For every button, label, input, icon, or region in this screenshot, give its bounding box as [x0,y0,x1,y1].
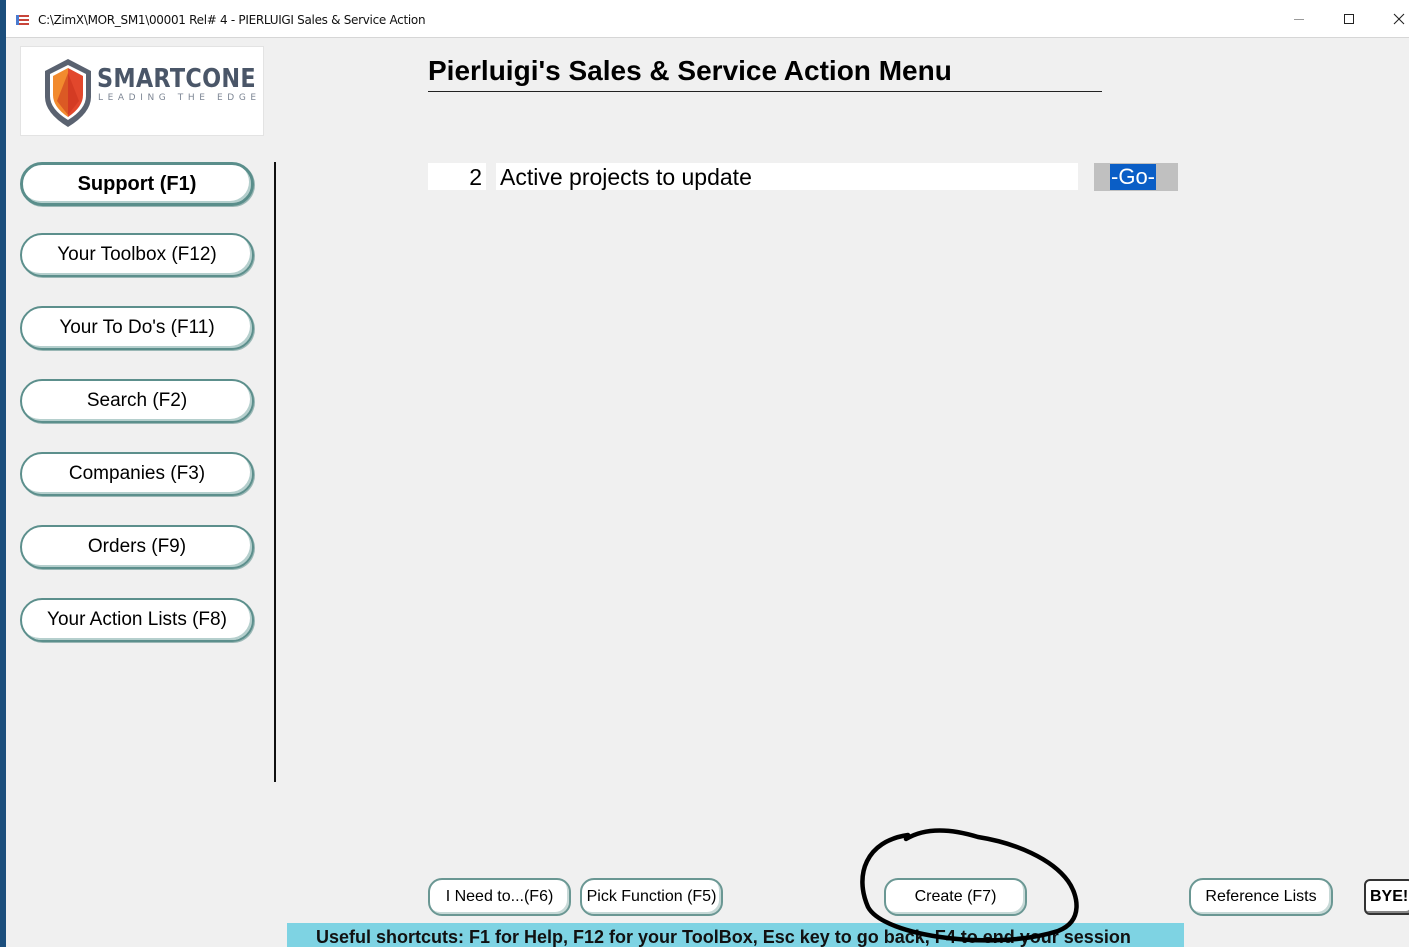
page-title: Pierluigi's Sales & Service Action Menu [428,55,1102,92]
action-lists-button[interactable]: Your Action Lists (F8) [20,598,254,642]
orders-button[interactable]: Orders (F9) [20,525,254,569]
companies-button[interactable]: Companies (F3) [20,452,254,496]
reference-lists-button[interactable]: Reference Lists [1189,878,1333,916]
circle-annotation [860,828,1079,943]
company-logo: SMARTCONE LEADING THE EDGE [20,46,264,136]
bye-button[interactable]: BYE! [1364,879,1409,915]
i-need-to-button[interactable]: I Need to...(F6) [428,878,571,916]
pick-function-button[interactable]: Pick Function (F5) [580,878,723,916]
support-button[interactable]: Support (F1) [20,162,254,206]
minimize-icon[interactable] [1276,0,1322,38]
logo-tagline: LEADING THE EDGE [98,93,261,103]
window-title: C:\ZimX\MOR_SM1\00001 Rel# 4 - PIERLUIGI… [38,13,426,27]
toolbox-button[interactable]: Your Toolbox (F12) [20,233,254,277]
todos-button[interactable]: Your To Do's (F11) [20,306,254,350]
shield-logo-icon [43,57,93,134]
logo-name: SMARTCONE [97,64,256,94]
app-icon [16,13,30,25]
sidebar-divider [274,162,276,782]
search-button[interactable]: Search (F2) [20,379,254,423]
action-label: Active projects to update [496,163,1078,190]
app-window: C:\ZimX\MOR_SM1\00001 Rel# 4 - PIERLUIGI… [6,0,1409,947]
action-count: 2 [428,163,486,190]
go-button-label: -Go- [1110,164,1156,190]
close-icon[interactable] [1376,0,1409,38]
title-bar[interactable]: C:\ZimX\MOR_SM1\00001 Rel# 4 - PIERLUIGI… [6,0,1409,38]
maximize-icon[interactable] [1326,0,1372,38]
go-button[interactable]: -Go- [1094,163,1178,191]
